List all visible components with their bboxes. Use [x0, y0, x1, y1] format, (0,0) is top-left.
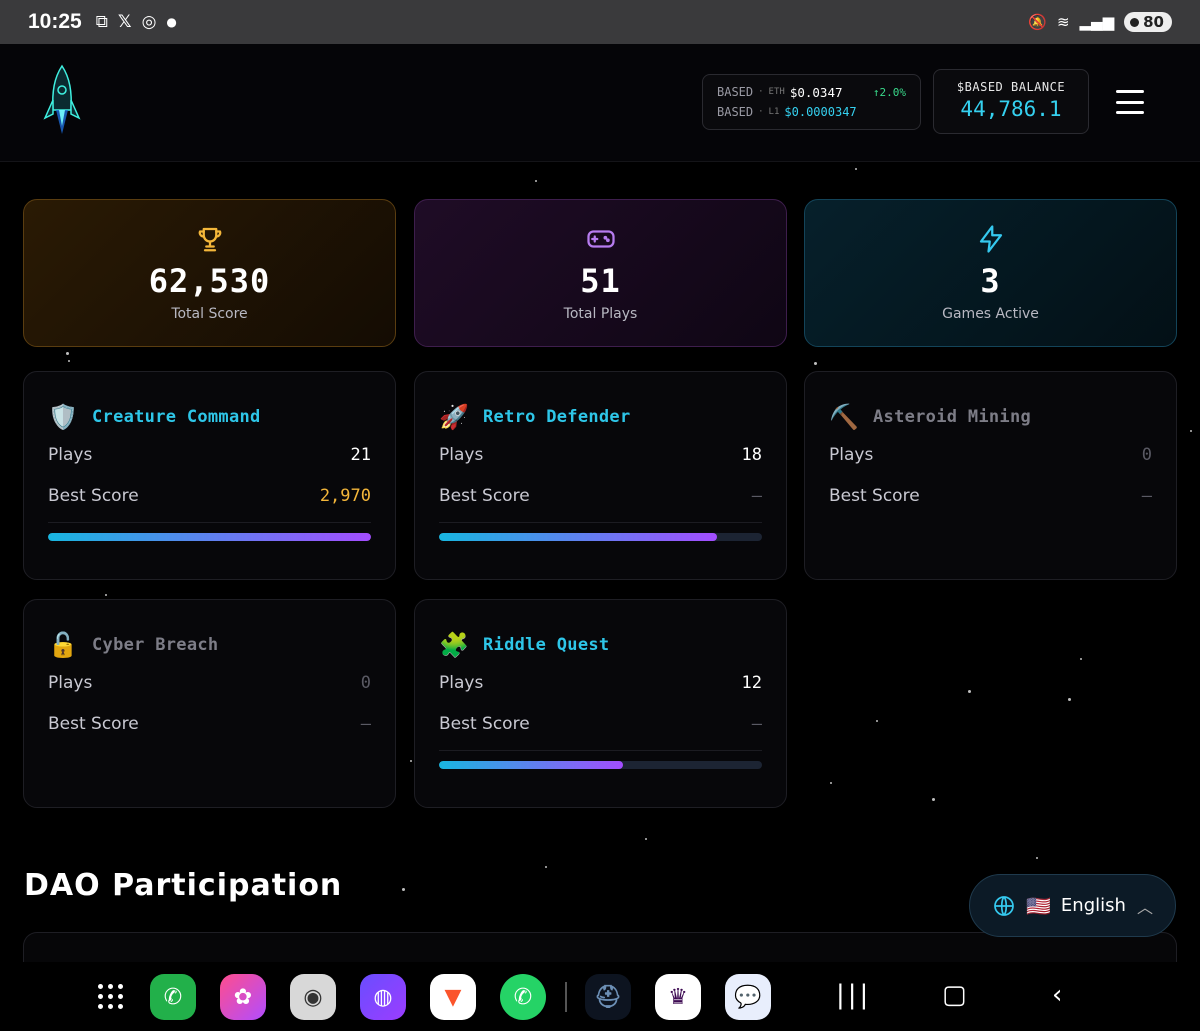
game-name: Asteroid Mining: [873, 407, 1032, 427]
puzzle-piece-icon: 🧩: [439, 631, 469, 659]
plays-value: 18: [741, 444, 762, 465]
plays-label: Plays: [439, 672, 484, 693]
wifi-icon: ≋: [1056, 13, 1070, 31]
rocket-icon: 🚀: [439, 403, 469, 431]
progress-bar: [439, 761, 762, 769]
recent-apps-icon[interactable]: |||: [836, 980, 871, 1010]
progress-bar: [48, 533, 371, 541]
us-flag-icon: 🇺🇸: [1026, 893, 1051, 918]
internet-app-icon[interactable]: ◍: [360, 974, 406, 1020]
progress-fill: [48, 533, 371, 541]
signal-icon: ▂▄▆: [1079, 13, 1115, 31]
trophy-icon: [198, 227, 221, 252]
shield-icon: 🛡️: [48, 403, 78, 431]
taskbar-divider: [565, 982, 567, 1012]
stat-value: 62,530: [148, 262, 271, 300]
unlocked-padlock-icon: 🔓: [48, 631, 78, 659]
best-score-label: Best Score: [48, 713, 139, 734]
plays-label: Plays: [439, 444, 484, 465]
dao-section-title: DAO Participation: [24, 868, 343, 903]
stat-label: Total Plays: [563, 306, 638, 322]
best-score-value: —: [751, 485, 762, 506]
instagram-icon: ◎: [141, 12, 157, 32]
phone-app-icon[interactable]: ✆: [150, 974, 196, 1020]
game-name: Cyber Breach: [92, 635, 219, 655]
balance-label: $BASED BALANCE: [956, 80, 1066, 94]
language-label: English: [1060, 895, 1126, 916]
messages-app-icon[interactable]: 💬: [725, 974, 771, 1020]
clock: 10:25: [28, 10, 82, 33]
plays-value: 12: [741, 672, 762, 693]
screenshot-icon: ⧉: [95, 12, 108, 32]
token-name: BASED: [717, 105, 754, 119]
stat-card-total-plays: 51 Total Plays: [414, 199, 787, 347]
stat-label: Games Active: [942, 306, 1039, 322]
game-name: Creature Command: [92, 407, 261, 427]
brave-browser-icon[interactable]: ▼: [430, 974, 476, 1020]
game-card-creature-command[interactable]: 🛡️ Creature Command Plays 21 Best Score 2,…: [23, 371, 396, 580]
progress-bar: [439, 533, 762, 541]
plays-value: 0: [1141, 444, 1152, 465]
app-drawer-icon[interactable]: [98, 984, 124, 1010]
x-app-icon: 𝕏: [117, 12, 132, 32]
token-name: BASED: [717, 85, 754, 99]
lightning-icon: [979, 225, 1002, 253]
balance-amount: 44,786.1: [960, 97, 1062, 121]
notification-dot-icon: ●: [166, 15, 177, 29]
chevron-up-icon: ︿: [1136, 897, 1153, 917]
stat-card-total-score: 62,530 Total Score: [23, 199, 396, 347]
mute-icon: 🔕: [1028, 13, 1047, 31]
language-selector[interactable]: 🇺🇸 English ︿: [969, 874, 1176, 937]
stat-value: 51: [580, 262, 621, 300]
best-score-label: Best Score: [48, 485, 139, 506]
game-name: Riddle Quest: [483, 635, 610, 655]
android-taskbar: ✆ ✿ ◉ ◍ ▼ ✆ ⛑ ♛ 💬 ||| ▢ ‹: [0, 962, 1200, 1031]
plays-label: Plays: [829, 444, 874, 465]
balance-display[interactable]: $BASED BALANCE 44,786.1: [933, 69, 1089, 134]
best-score-label: Best Score: [439, 485, 530, 506]
plays-label: Plays: [48, 444, 93, 465]
gamepad-icon: [586, 230, 615, 248]
plays-value: 0: [360, 672, 371, 693]
globe-icon: [994, 895, 1014, 916]
rocket-logo-icon[interactable]: [42, 64, 82, 140]
progress-fill: [439, 761, 624, 769]
system-status-bar: 10:25 ⧉ 𝕏 ◎ ● 🔕 ≋ ▂▄▆ 80: [0, 0, 1200, 44]
l1-price: $0.0000347: [784, 105, 857, 119]
game-card-cyber-breach[interactable]: 🔓 Cyber Breach Plays 0 Best Score —: [23, 599, 396, 808]
gallery-app-icon[interactable]: ✿: [220, 974, 266, 1020]
pair-label: ETH: [768, 87, 785, 97]
plays-label: Plays: [48, 672, 93, 693]
hamburger-menu-icon[interactable]: [1116, 88, 1144, 116]
price-change: ↑2.0%: [872, 85, 906, 99]
back-icon[interactable]: ‹: [1052, 980, 1062, 1010]
price-ticker[interactable]: BASED · ETH $0.0347 ↑2.0% BASED · L1 $0.…: [702, 74, 921, 130]
stat-card-games-active: 3 Games Active: [804, 199, 1177, 347]
pickaxe-icon: ⛏️: [829, 403, 859, 431]
game-card-retro-defender[interactable]: 🚀 Retro Defender Plays 18 Best Score —: [414, 371, 787, 580]
game-card-asteroid-mining[interactable]: ⛏️ Asteroid Mining Plays 0 Best Score —: [804, 371, 1177, 580]
premier-league-app-icon[interactable]: ♛: [655, 974, 701, 1020]
pair-label: L1: [768, 107, 780, 117]
stat-value: 3: [980, 262, 1001, 300]
plays-value: 21: [350, 444, 371, 465]
game-card-riddle-quest[interactable]: 🧩 Riddle Quest Plays 12 Best Score —: [414, 599, 787, 808]
eth-price: $0.0347: [789, 84, 843, 100]
game-name: Retro Defender: [483, 407, 631, 427]
whatsapp-app-icon[interactable]: ✆: [500, 974, 546, 1020]
progress-fill: [439, 533, 717, 541]
stat-label: Total Score: [171, 306, 248, 322]
best-score-value: —: [1141, 485, 1152, 506]
helmet-app-icon[interactable]: ⛑: [585, 974, 631, 1020]
best-score-label: Best Score: [439, 713, 530, 734]
best-score-label: Best Score: [829, 485, 920, 506]
best-score-value: —: [360, 713, 371, 734]
battery-indicator: 80: [1124, 12, 1172, 32]
home-icon[interactable]: ▢: [942, 980, 967, 1010]
best-score-value: —: [751, 713, 762, 734]
best-score-value: 2,970: [319, 485, 371, 506]
camera-app-icon[interactable]: ◉: [290, 974, 336, 1020]
